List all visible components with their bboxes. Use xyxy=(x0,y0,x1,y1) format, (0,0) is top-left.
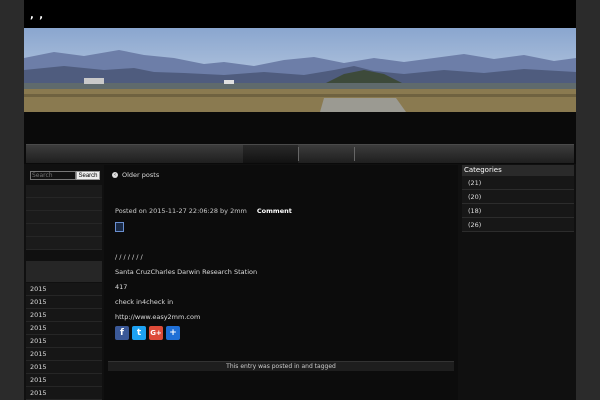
archive-item[interactable]: 2015 xyxy=(26,296,102,309)
right-sidebar: Categories (21) (20) (18) (26) xyxy=(462,165,574,400)
sidebar-block xyxy=(26,185,102,198)
main-nav-bar xyxy=(26,144,574,163)
category-item[interactable]: (20) xyxy=(462,190,574,204)
sidebar-block xyxy=(26,198,102,211)
share-plus-icon[interactable]: + xyxy=(166,326,180,340)
archive-item[interactable]: 2015 xyxy=(26,348,102,361)
post-text-line: 417 xyxy=(115,283,128,291)
archive-item[interactable]: 2015 xyxy=(26,374,102,387)
post-text-line: check in4check in xyxy=(115,298,174,306)
facebook-share-icon[interactable]: f xyxy=(115,326,129,340)
main-content: ‹ Older posts Posted on 2015-11-27 22:06:… xyxy=(104,165,458,400)
post-link[interactable]: http://www.easy2mm.com xyxy=(115,313,200,321)
post-slashes: / / / / / / / xyxy=(115,253,143,261)
navigation-area xyxy=(24,112,576,164)
archive-item[interactable]: 2015 xyxy=(26,283,102,296)
archives-heading xyxy=(26,261,102,282)
older-posts-link[interactable]: ‹ Older posts xyxy=(112,171,159,179)
nav-separator xyxy=(354,147,355,161)
archive-item[interactable]: 2015 xyxy=(26,361,102,374)
category-item[interactable]: (26) xyxy=(462,218,574,232)
site-title[interactable]: , , xyxy=(30,10,44,21)
twitter-share-icon[interactable]: t xyxy=(132,326,146,340)
category-item[interactable]: (21) xyxy=(462,176,574,190)
categories-heading: Categories xyxy=(462,165,574,176)
header-bar: , , xyxy=(24,0,576,28)
header-banner-image xyxy=(24,28,576,112)
comment-link[interactable]: Comment xyxy=(257,207,292,215)
category-item[interactable]: (18) xyxy=(462,204,574,218)
post-meta: Posted on 2015-11-27 22:06:28 by 2mm Comm… xyxy=(115,207,292,215)
search-input[interactable] xyxy=(30,171,76,180)
post-text-line: Santa CruzCharles Darwin Research Statio… xyxy=(115,268,258,276)
arrow-left-icon: ‹ xyxy=(112,172,118,178)
archive-item[interactable]: 2015 xyxy=(26,309,102,322)
archive-item[interactable]: 2015 xyxy=(26,387,102,400)
nav-separator xyxy=(298,147,299,161)
archive-item[interactable]: 2015 xyxy=(26,335,102,348)
nav-item-active[interactable] xyxy=(243,145,298,163)
sidebar-block xyxy=(26,211,102,224)
image-icon[interactable] xyxy=(115,222,124,232)
post-footer: This entry was posted in and tagged xyxy=(108,361,454,371)
sidebar-block xyxy=(26,224,102,237)
search-button[interactable]: Search xyxy=(76,171,100,180)
archive-item[interactable]: 2015 xyxy=(26,322,102,335)
page-frame: , , Search Search 2015 2015 2015 2015 20… xyxy=(24,0,576,400)
sidebar-block xyxy=(26,237,102,250)
left-sidebar: Search 2015 2015 2015 2015 2015 2015 201… xyxy=(26,167,102,400)
google-plus-share-icon[interactable]: G+ xyxy=(149,326,163,340)
